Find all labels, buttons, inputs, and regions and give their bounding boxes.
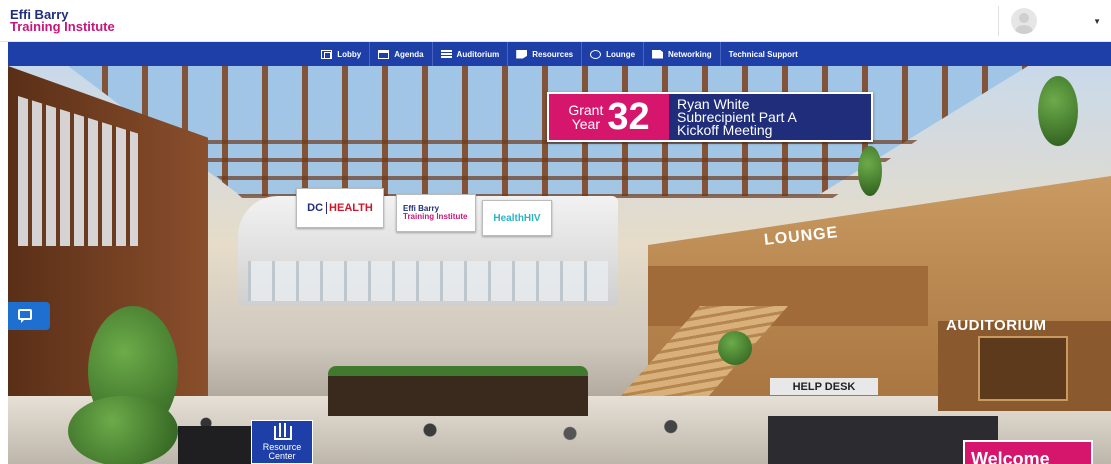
dc-prefix: DC	[307, 202, 328, 214]
file-icon	[652, 49, 664, 59]
dc-health-text: HEALTH	[329, 202, 373, 214]
nav-lounge[interactable]: Lounge	[582, 42, 645, 66]
auditorium-entrance[interactable]	[978, 336, 1068, 401]
healthhiv-text: HealthHIV	[493, 212, 541, 224]
sponsor-effi-barry[interactable]: Effi Barry Training Institute	[396, 194, 476, 232]
plant-right-1	[858, 146, 882, 196]
tree-left-small	[68, 396, 178, 464]
agenda-icon	[378, 49, 390, 59]
lounge-balcony	[648, 266, 928, 326]
nav-lounge-label: Lounge	[606, 49, 636, 59]
main-nav: Lobby Agenda Auditorium Resources Lounge…	[8, 42, 1111, 66]
meeting-title-line3: Kickoff Meeting	[677, 121, 773, 138]
nav-agenda-label: Agenda	[394, 49, 424, 59]
auditorium-sign[interactable]: AUDITORIUM	[946, 317, 1047, 334]
chat-bubbles-icon	[590, 49, 602, 59]
nav-networking-label: Networking	[668, 49, 712, 59]
nav-auditorium[interactable]: Auditorium	[433, 42, 509, 66]
nav-agenda[interactable]: Agenda	[370, 42, 433, 66]
welcome-sign: Welcome	[963, 440, 1093, 464]
grant-word: Grant	[568, 102, 604, 118]
nav-auditorium-label: Auditorium	[456, 49, 500, 59]
year-word: Year	[571, 116, 600, 132]
lobby-icon	[321, 49, 333, 59]
logo[interactable]: Effi Barry Training Institute	[10, 8, 115, 34]
user-name	[1047, 16, 1087, 26]
sponsor-healthhiv[interactable]: HealthHIV	[482, 200, 552, 236]
nav-technical-support-label: Technical Support	[728, 49, 798, 59]
resource-center-line2: Center	[268, 451, 296, 461]
chat-button[interactable]	[8, 302, 50, 330]
avatar[interactable]	[1011, 8, 1038, 34]
chat-icon	[18, 309, 32, 323]
nav-resources[interactable]: Resources	[508, 42, 583, 66]
chevron-down-icon[interactable]: ▼	[1093, 17, 1101, 26]
resource-center-button[interactable]: Resource Center	[251, 420, 313, 464]
top-header: Effi Barry Training Institute ▼	[0, 0, 1111, 42]
nav-resources-label: Resources	[532, 49, 574, 59]
nav-lobby[interactable]: Lobby	[313, 42, 371, 66]
plant-center	[718, 331, 752, 365]
virtual-lobby-scene: Grant Year 32 Ryan White Subrecipient Pa…	[8, 66, 1111, 464]
list-icon	[440, 49, 452, 59]
help-desk-sign[interactable]: HELP DESK	[770, 378, 878, 395]
nav-networking[interactable]: Networking	[644, 42, 721, 66]
plant-upper-right	[1038, 76, 1078, 146]
sponsor-dc-health[interactable]: DC HEALTH	[296, 188, 384, 228]
meeting-title: Ryan White Subrecipient Part A Kickoff M…	[669, 94, 871, 140]
mezzanine-railing	[248, 261, 608, 301]
logo-line2: Training Institute	[10, 19, 115, 34]
nav-technical-support[interactable]: Technical Support	[721, 42, 806, 66]
grant-year-badge: Grant Year 32	[549, 94, 669, 140]
grant-year-label: Grant Year	[568, 103, 603, 131]
grant-year-banner: Grant Year 32 Ryan White Subrecipient Pa…	[547, 92, 873, 142]
nav-lobby-label: Lobby	[337, 49, 362, 59]
sponsor-effi-line2: Training Institute	[403, 212, 468, 221]
user-menu[interactable]: ▼	[998, 6, 1101, 36]
document-icon	[516, 49, 528, 59]
books-icon	[274, 423, 292, 440]
grant-year-number: 32	[607, 96, 650, 138]
